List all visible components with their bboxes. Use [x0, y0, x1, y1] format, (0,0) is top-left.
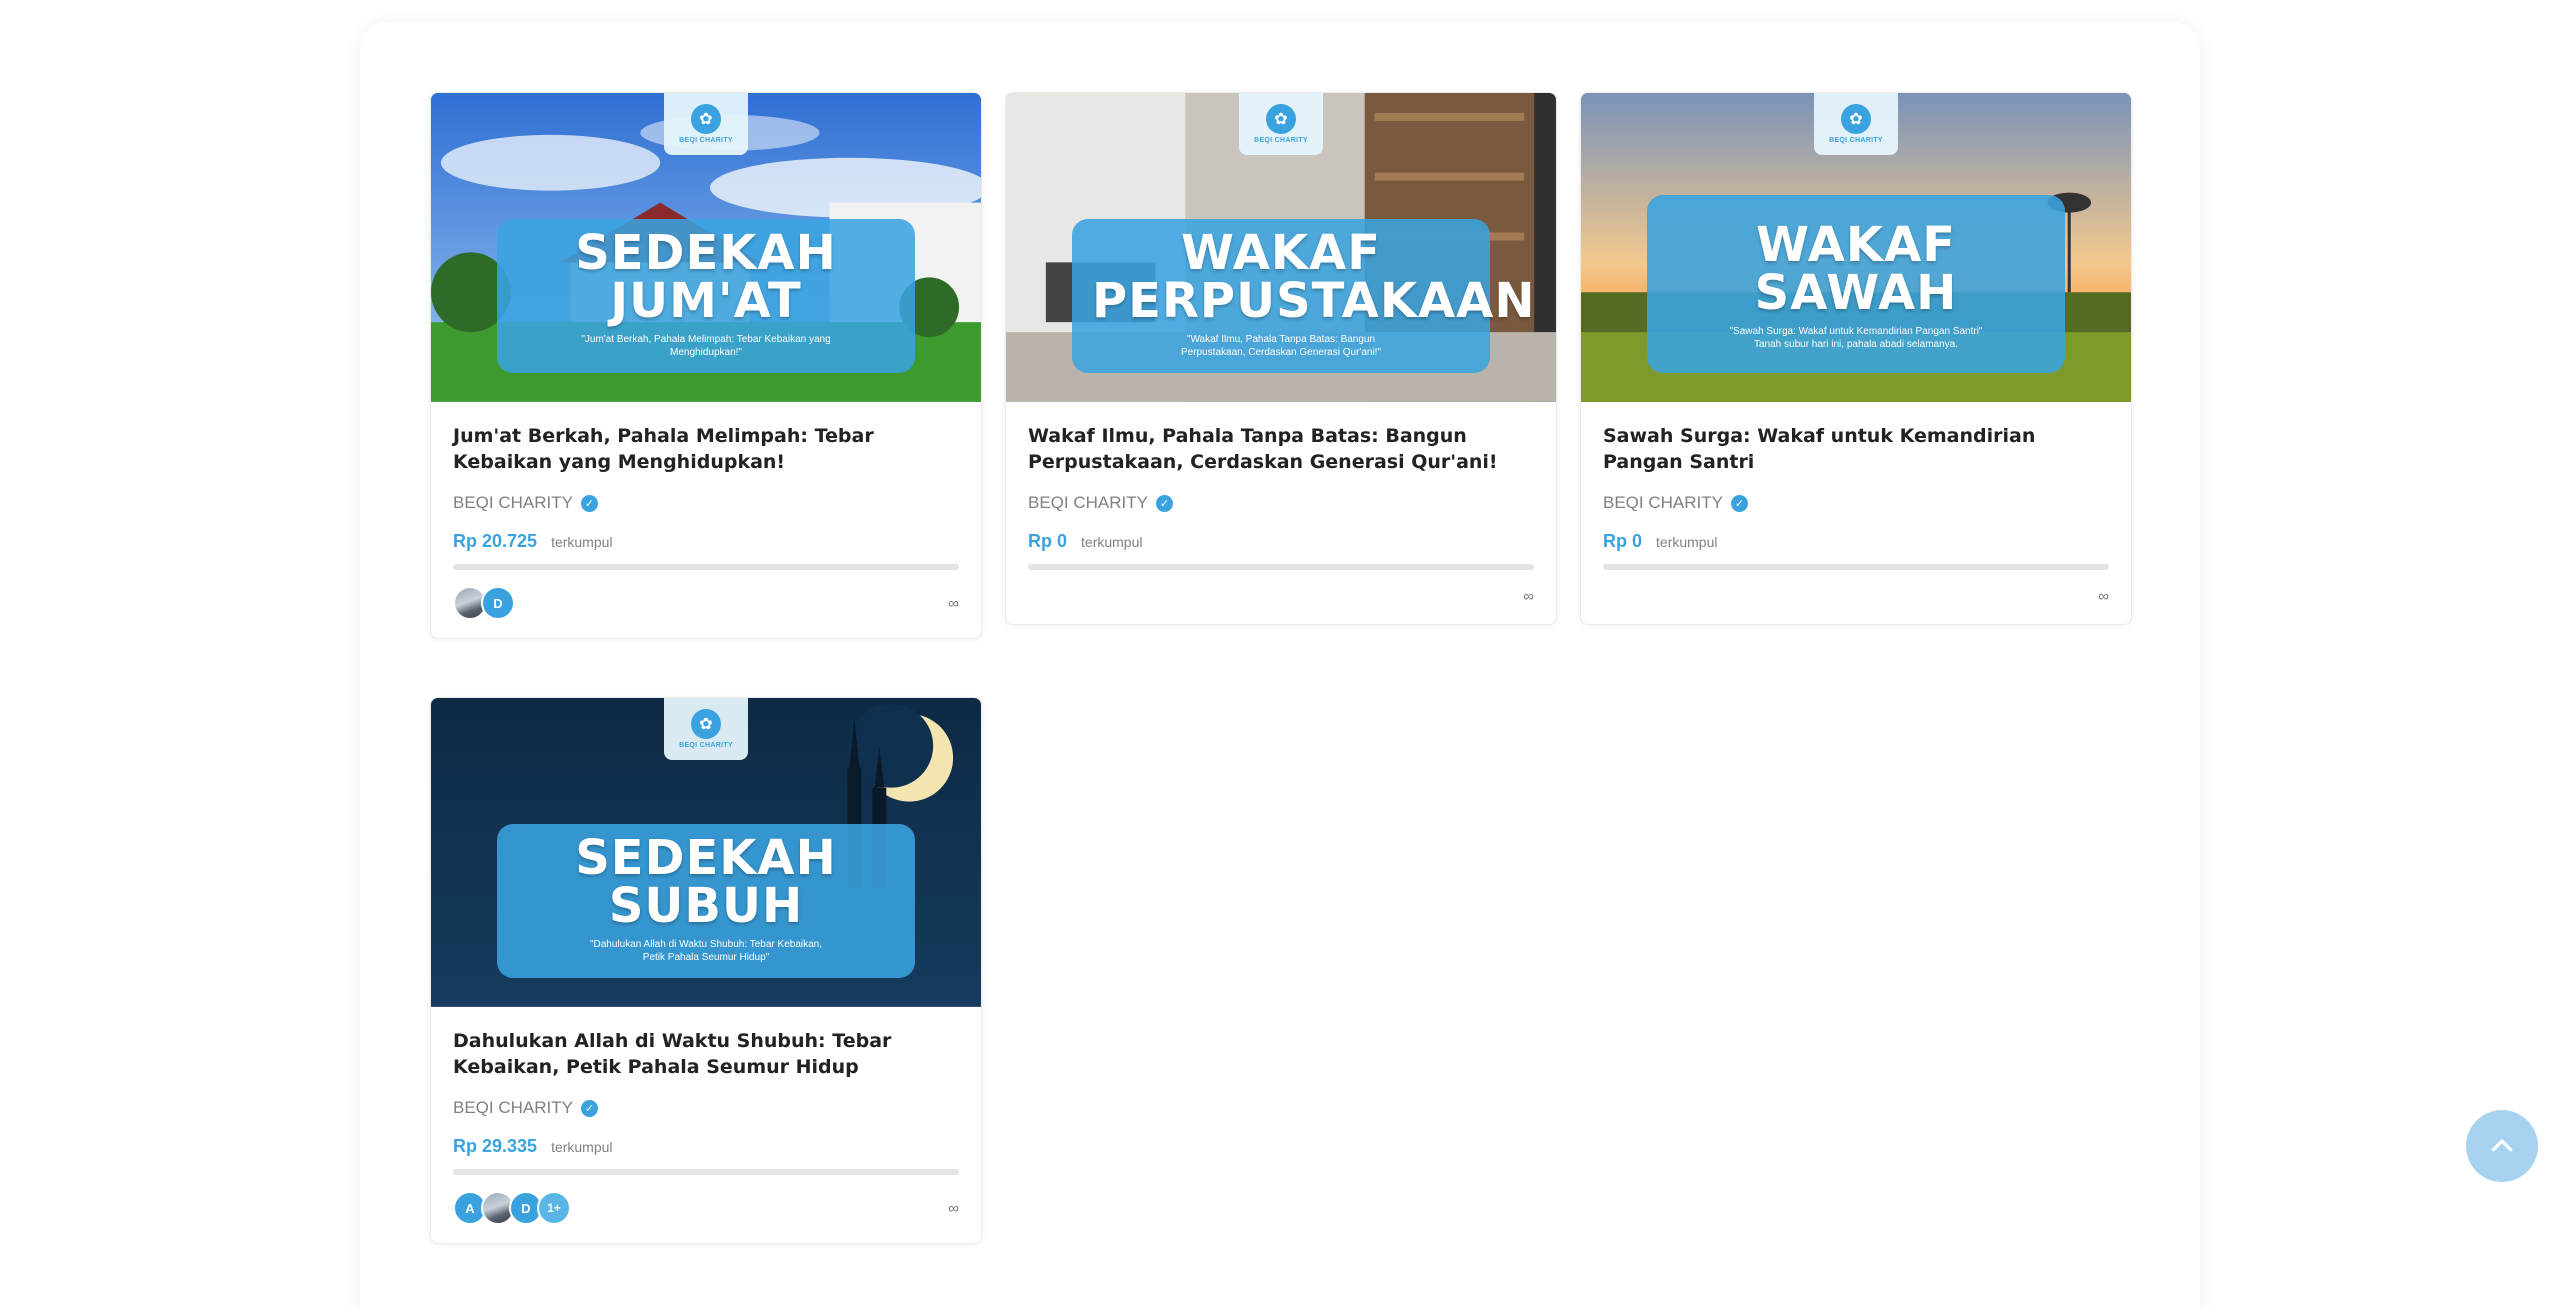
banner-title: WAKAF SAWAH — [1754, 217, 1958, 321]
donor-avatars: D — [453, 586, 515, 620]
banner-subtitle: "Sawah Surga: Wakaf untuk Kemandirian Pa… — [1729, 326, 1983, 350]
campaign-title[interactable]: Wakaf Ilmu, Pahala Tanpa Batas: Bangun P… — [1028, 423, 1534, 475]
banner-title-box: WAKAF PERPUSTAKAAN "Wakaf Ilmu, Pahala T… — [1072, 219, 1536, 373]
logo-text: BEQI CHARITY — [1254, 137, 1308, 144]
duration-infinite: ∞ — [2098, 587, 2109, 605]
brand-logo: ✿ BEQI CHARITY — [664, 698, 748, 760]
amount-collected: Rp 29.335 — [453, 1136, 538, 1156]
logo-text: BEQI CHARITY — [679, 742, 733, 749]
progress-bar — [453, 564, 959, 570]
duration-infinite: ∞ — [1523, 587, 1534, 605]
organizer-name: BEQI CHARITY — [453, 1098, 573, 1117]
organizer: BEQI CHARITY ✓ — [453, 1098, 959, 1118]
amount-row: Rp 0 terkumpul — [1603, 531, 2109, 552]
donor-avatar: 1+ — [537, 1191, 571, 1225]
banner-title-box: SEDEKAH JUM'AT "Jum'at Berkah, Pahala Me… — [497, 219, 915, 373]
progress-bar — [1603, 564, 2109, 570]
banner-title: SEDEKAH SUBUH — [575, 830, 837, 934]
banner-subtitle: "Dahulukan Allah di Waktu Shubuh: Tebar … — [589, 939, 823, 963]
campaign-banner: ✿ BEQI CHARITY SEDEKAH SUBUH "Dahulukan … — [431, 698, 981, 1008]
amount-collected: Rp 0 — [1028, 531, 1068, 551]
verified-icon: ✓ — [580, 494, 598, 512]
organizer: BEQI CHARITY ✓ — [1028, 493, 1534, 513]
progress-bar — [1028, 564, 1534, 570]
collected-label: terkumpul — [1656, 534, 1718, 550]
amount-row: Rp 29.335 terkumpul — [453, 1136, 959, 1157]
organizer: BEQI CHARITY ✓ — [1603, 493, 2109, 513]
organizer-name: BEQI CHARITY — [1028, 493, 1148, 512]
campaign-card[interactable]: ✿ BEQI CHARITY SEDEKAH JUM'AT "Jum'at Be… — [430, 92, 982, 639]
card-footer: A D 1+ ∞ — [453, 1191, 959, 1225]
campaign-card[interactable]: ✿ BEQI CHARITY SEDEKAH SUBUH "Dahulukan … — [430, 697, 982, 1244]
brand-logo: ✿ BEQI CHARITY — [1814, 93, 1898, 155]
collected-label: terkumpul — [551, 1139, 613, 1155]
campaign-card[interactable]: ✿ BEQI CHARITY WAKAF PERPUSTAKAAN "Wakaf… — [1005, 92, 1557, 625]
campaign-banner: ✿ BEQI CHARITY SEDEKAH JUM'AT "Jum'at Be… — [431, 93, 981, 403]
verified-icon: ✓ — [1730, 494, 1748, 512]
charity-logo-icon: ✿ — [691, 104, 721, 134]
duration-infinite: ∞ — [948, 594, 959, 612]
campaign-list-panel: ✿ BEQI CHARITY SEDEKAH JUM'AT "Jum'at Be… — [360, 22, 2200, 1308]
organizer-name: BEQI CHARITY — [453, 493, 573, 512]
collected-label: terkumpul — [551, 534, 613, 550]
banner-subtitle: "Wakaf Ilmu, Pahala Tanpa Batas: Bangun … — [1180, 334, 1381, 358]
campaign-title[interactable]: Jum'at Berkah, Pahala Melimpah: Tebar Ke… — [453, 423, 959, 475]
banner-title-box: WAKAF SAWAH "Sawah Surga: Wakaf untuk Ke… — [1647, 195, 2065, 373]
charity-logo-icon: ✿ — [1266, 104, 1296, 134]
organizer-name: BEQI CHARITY — [1603, 493, 1723, 512]
campaign-title[interactable]: Dahulukan Allah di Waktu Shubuh: Tebar K… — [453, 1028, 959, 1080]
amount-collected: Rp 20.725 — [453, 531, 538, 551]
progress-bar — [453, 1169, 959, 1175]
duration-infinite: ∞ — [948, 1199, 959, 1217]
donor-avatar: D — [481, 586, 515, 620]
charity-logo-icon: ✿ — [1841, 104, 1871, 134]
banner-title-box: SEDEKAH SUBUH "Dahulukan Allah di Waktu … — [497, 824, 915, 978]
verified-icon: ✓ — [580, 1099, 598, 1117]
banner-title: WAKAF PERPUSTAKAAN — [1092, 225, 1536, 329]
organizer: BEQI CHARITY ✓ — [453, 493, 959, 513]
campaign-banner: ✿ BEQI CHARITY WAKAF SAWAH "Sawah Surga:… — [1581, 93, 2131, 403]
card-footer: ∞ — [1028, 586, 1534, 606]
campaign-banner: ✿ BEQI CHARITY WAKAF PERPUSTAKAAN "Wakaf… — [1006, 93, 1556, 403]
verified-icon: ✓ — [1155, 494, 1173, 512]
card-footer: ∞ — [1603, 586, 2109, 606]
chevron-up-icon — [2491, 1139, 2513, 1152]
amount-collected: Rp 0 — [1603, 531, 1643, 551]
campaign-title[interactable]: Sawah Surga: Wakaf untuk Kemandirian Pan… — [1603, 423, 2109, 475]
campaign-card[interactable]: ✿ BEQI CHARITY WAKAF SAWAH "Sawah Surga:… — [1580, 92, 2132, 625]
brand-logo: ✿ BEQI CHARITY — [664, 93, 748, 155]
donor-avatars: A D 1+ — [453, 1191, 571, 1225]
card-footer: D ∞ — [453, 586, 959, 620]
banner-title: SEDEKAH JUM'AT — [575, 225, 837, 329]
amount-row: Rp 0 terkumpul — [1028, 531, 1534, 552]
brand-logo: ✿ BEQI CHARITY — [1239, 93, 1323, 155]
scroll-to-top-button[interactable] — [2466, 1110, 2538, 1182]
charity-logo-icon: ✿ — [691, 709, 721, 739]
logo-text: BEQI CHARITY — [1829, 137, 1883, 144]
banner-subtitle: "Jum'at Berkah, Pahala Melimpah: Tebar K… — [581, 334, 831, 358]
amount-row: Rp 20.725 terkumpul — [453, 531, 959, 552]
logo-text: BEQI CHARITY — [679, 137, 733, 144]
collected-label: terkumpul — [1081, 534, 1143, 550]
